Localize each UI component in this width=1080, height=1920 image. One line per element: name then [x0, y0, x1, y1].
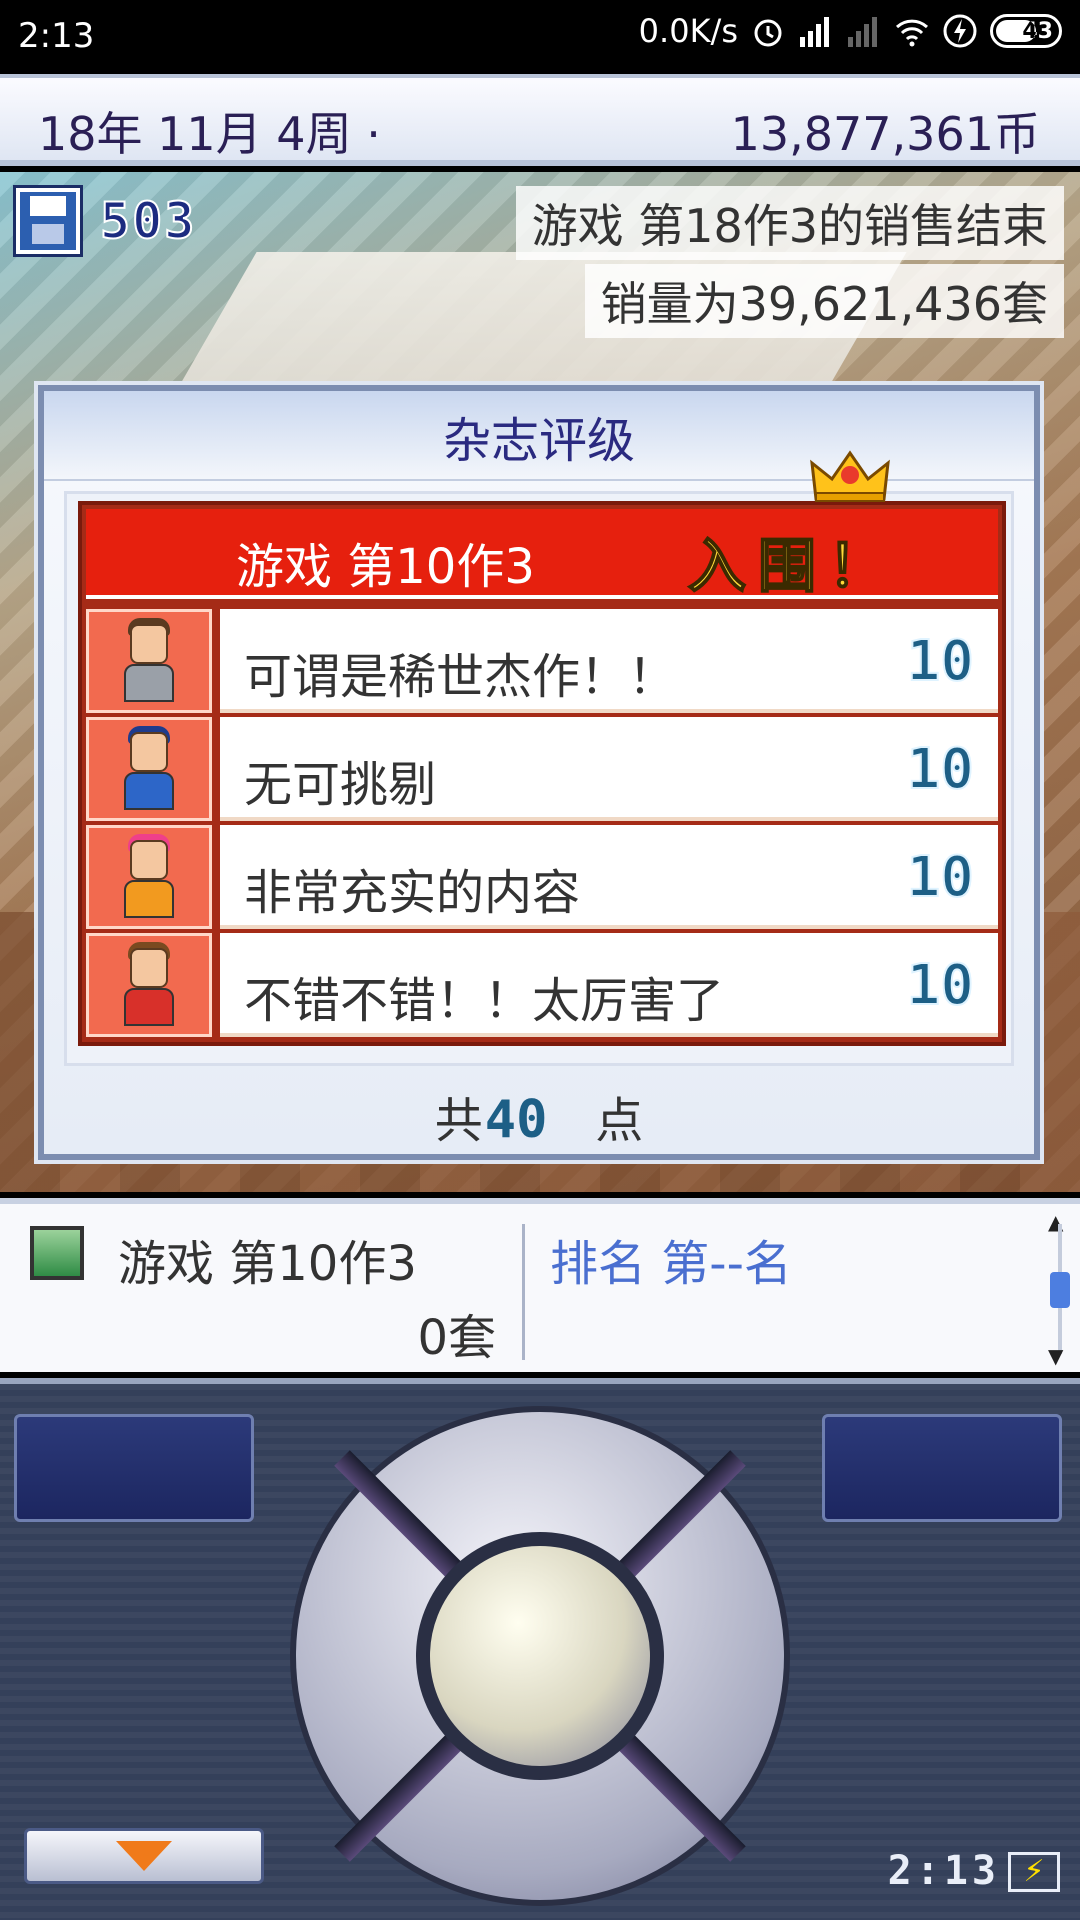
- reviewer-avatar: [86, 933, 212, 1037]
- review-comment: 非常充实的内容: [244, 865, 581, 921]
- save-indicator[interactable]: 503: [13, 185, 197, 257]
- review-panel: 游戏 第10作3 入围！ 可谓是稀世杰作！！ 10 无可挑剔 10 非常充实的内…: [78, 450, 1006, 1046]
- net-speed: 0.0K/s: [638, 12, 738, 50]
- info-game-sales: 0套: [417, 1310, 496, 1366]
- review-score: 10: [906, 844, 975, 911]
- menu-button[interactable]: [24, 1828, 264, 1884]
- total-suffix: 点: [595, 1093, 644, 1149]
- charging-battery-icon: ⚡: [1008, 1852, 1060, 1892]
- review-score: 10: [906, 736, 975, 803]
- scroll-thumb[interactable]: [1050, 1272, 1070, 1308]
- alarm-icon: [754, 19, 782, 47]
- review-comment: 不错不错！！太厉害了: [244, 973, 725, 1029]
- game-date: 18年 11月 4周 ·: [38, 107, 381, 161]
- battery-level: 43: [1022, 18, 1053, 44]
- magazine-rating-dialog[interactable]: 杂志评级 游戏 第10作3 入围！ 可谓是稀世杰作！！ 10 无可挑剔 10 非…: [38, 385, 1040, 1160]
- status-icons: 0.0K/s 43: [639, 12, 1062, 50]
- review-header: 游戏 第10作3 入围！: [86, 509, 998, 601]
- reviewed-game-name: 游戏 第10作3: [236, 539, 535, 595]
- reviewer-avatar: [86, 825, 212, 929]
- game-top-bar: 18年 11月 4周 · 13,877,361币: [0, 74, 1080, 166]
- info-game-name: 游戏 第10作3: [118, 1236, 417, 1292]
- wifi-icon: [895, 19, 929, 47]
- crown-icon: [810, 450, 890, 502]
- total-prefix: 共: [434, 1093, 483, 1149]
- floppy-disk-icon: [13, 185, 83, 257]
- status-time: 2:13: [18, 16, 95, 56]
- review-list: 可谓是稀世杰作！！ 10 无可挑剔 10 非常充实的内容 10 不错不错！！太厉…: [86, 609, 998, 1041]
- review-comment: 无可挑剔: [244, 757, 437, 813]
- arrow-down-icon: [116, 1841, 172, 1871]
- info-divider: [522, 1224, 525, 1360]
- battery-icon: 43: [990, 14, 1062, 48]
- review-row: 不错不错！！太厉害了 10: [86, 933, 998, 1041]
- scroll-down-icon[interactable]: ▼: [1048, 1346, 1063, 1366]
- review-score: 10: [906, 952, 975, 1019]
- review-score: 10: [906, 628, 975, 695]
- reviewer-avatar: [86, 717, 212, 821]
- review-row: 非常充实的内容 10: [86, 825, 998, 933]
- game-info-bar[interactable]: 游戏 第10作3 0套 排名 第--名 ▲ ▼: [0, 1198, 1080, 1372]
- status-bar: 2:13 0.0K/s 43: [0, 0, 1080, 72]
- total-value: 40: [484, 1090, 548, 1150]
- reviewer-avatar: [86, 609, 212, 713]
- virtual-controller: 2:13 ⚡: [0, 1378, 1080, 1920]
- signal-weak-icon: [848, 17, 877, 47]
- signal-icon: [800, 17, 829, 47]
- save-count: 503: [99, 191, 197, 251]
- game-cover-icon: [30, 1226, 84, 1280]
- charging-icon: [943, 14, 977, 48]
- game-clock: 2:13: [887, 1848, 1000, 1894]
- dpad-center-button[interactable]: [416, 1532, 664, 1780]
- info-rank: 排名 第--名: [550, 1236, 792, 1292]
- sales-notice-line1: 游戏 第18作3的销售结束: [515, 186, 1064, 260]
- info-scrollbar[interactable]: ▲ ▼: [1048, 1212, 1072, 1366]
- dpad[interactable]: [290, 1406, 790, 1906]
- total-score: 共40 点: [44, 1081, 1034, 1151]
- review-comment: 可谓是稀世杰作！！: [244, 649, 677, 705]
- left-softkey-button[interactable]: [14, 1414, 254, 1522]
- review-row: 可谓是稀世杰作！！ 10: [86, 609, 998, 717]
- sales-notice-line2: 销量为39,621,436套: [584, 264, 1064, 338]
- nominated-badge: 入围！: [687, 531, 898, 601]
- money-counter: 13,877,361币: [730, 107, 1040, 161]
- right-softkey-button[interactable]: [822, 1414, 1062, 1522]
- review-row: 无可挑剔 10: [86, 717, 998, 825]
